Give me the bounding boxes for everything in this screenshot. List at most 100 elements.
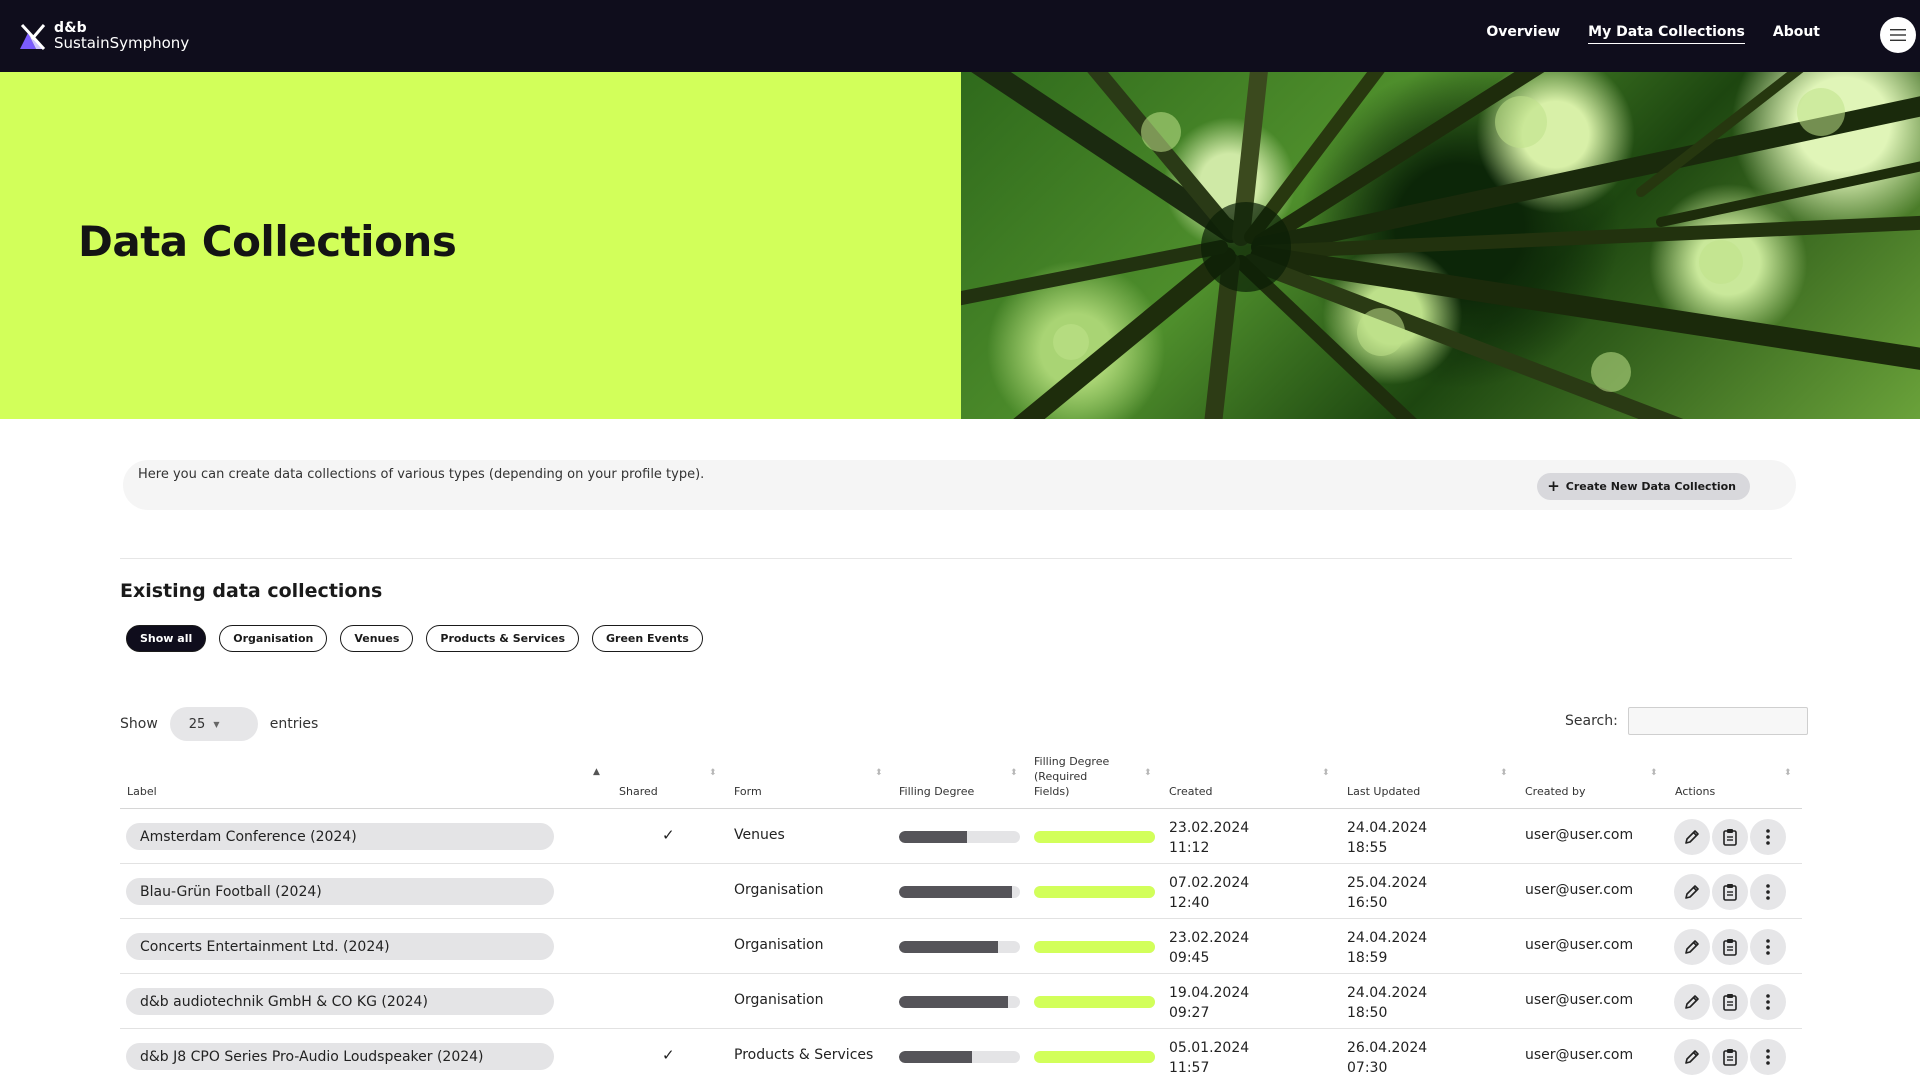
show-label: Show — [120, 716, 158, 732]
create-new-data-collection-button[interactable]: + Create New Data Collection — [1537, 473, 1750, 500]
sustainsymphony-logo[interactable]: d&b SustainSymphony — [20, 18, 205, 54]
created-time: 11:12 — [1169, 840, 1210, 856]
column-header-filling-degree[interactable]: Filling Degree — [899, 740, 1019, 808]
edit-button[interactable] — [1674, 929, 1710, 965]
more-options-button[interactable] — [1750, 929, 1786, 965]
hero-banner: Data Collections — [0, 72, 961, 419]
pencil-icon — [1685, 885, 1699, 899]
copy-button[interactable] — [1712, 819, 1748, 855]
edit-button[interactable] — [1674, 819, 1710, 855]
plus-icon: + — [1547, 477, 1560, 495]
section-title: Existing data collections — [120, 580, 383, 602]
edit-button[interactable] — [1674, 1039, 1710, 1075]
pencil-icon — [1685, 830, 1699, 844]
column-header-created-by-text: Created by — [1525, 785, 1586, 798]
column-header-shared[interactable]: Shared — [619, 740, 719, 808]
filling-degree-required-bar — [1034, 886, 1155, 898]
sort-icon: ⬍ — [1650, 768, 1658, 778]
copy-button[interactable] — [1712, 1039, 1748, 1075]
column-header-created-by[interactable]: Created by — [1525, 740, 1655, 808]
created-time: 11:57 — [1169, 1060, 1210, 1076]
column-header-filling-degree-required[interactable]: Filling Degree (Required Fields) — [1034, 740, 1144, 808]
created-time: 09:27 — [1169, 1005, 1210, 1021]
row-label[interactable]: Amsterdam Conference (2024) — [126, 823, 554, 850]
row-last-updated: 26.04.2024 07:30 — [1347, 1038, 1427, 1078]
row-label[interactable]: Concerts Entertainment Ltd. (2024) — [126, 933, 554, 960]
filter-show-all[interactable]: Show all — [126, 625, 207, 652]
filter-products-services[interactable]: Products & Services — [426, 625, 579, 652]
info-text: Here you can create data collections of … — [138, 467, 705, 482]
row-form: Venues — [734, 827, 785, 843]
table-row: Blau-Grün Football (2024) Organisation 0… — [120, 864, 1802, 919]
sort-icon: ⬍ — [709, 768, 717, 778]
column-header-created[interactable]: Created — [1169, 740, 1319, 808]
edit-button[interactable] — [1674, 984, 1710, 1020]
pencil-icon — [1685, 940, 1699, 954]
column-header-last-updated[interactable]: Last Updated — [1347, 740, 1497, 808]
top-navigation-bar: d&b SustainSymphony Overview My Data Col… — [0, 0, 1920, 72]
updated-time: 18:59 — [1347, 950, 1388, 966]
created-date: 07.02.2024 — [1169, 875, 1250, 891]
filter-green-events[interactable]: Green Events — [592, 625, 703, 652]
filling-degree-bar — [899, 941, 1020, 953]
nav-link-my-data-collections[interactable]: My Data Collections — [1588, 24, 1745, 44]
column-header-label[interactable]: Label — [127, 740, 597, 808]
column-header-updated-text: Last Updated — [1347, 785, 1421, 798]
row-form: Organisation — [734, 882, 824, 898]
filling-degree-fill — [899, 1051, 972, 1063]
filter-organisation[interactable]: Organisation — [219, 625, 328, 652]
row-label[interactable]: d&b J8 CPO Series Pro-Audio Loudspeaker … — [126, 1043, 554, 1070]
entries-label: entries — [269, 716, 319, 732]
filling-degree-fill — [899, 831, 967, 843]
filling-degree-required-fill — [1034, 886, 1155, 898]
nav-link-overview[interactable]: Overview — [1486, 24, 1560, 44]
section-divider — [120, 558, 1792, 559]
copy-button[interactable] — [1712, 874, 1748, 910]
entries-select[interactable]: 25 ▼ — [169, 707, 258, 741]
row-created-by: user@user.com — [1525, 992, 1634, 1008]
shared-checkmark-icon: ✓ — [662, 1046, 675, 1064]
create-button-label: Create New Data Collection — [1565, 480, 1736, 493]
row-created: 19.04.2024 09:27 — [1169, 983, 1249, 1023]
more-options-button[interactable] — [1750, 819, 1786, 855]
row-created-by: user@user.com — [1525, 937, 1634, 953]
table-row: Concerts Entertainment Ltd. (2024) Organ… — [120, 919, 1802, 974]
column-header-actions[interactable]: Actions — [1675, 740, 1785, 808]
filling-degree-bar — [899, 831, 1020, 843]
menu-button[interactable] — [1880, 17, 1916, 53]
hero-forest-image — [961, 72, 1920, 419]
updated-date: 24.04.2024 — [1347, 820, 1428, 836]
edit-button[interactable] — [1674, 874, 1710, 910]
more-options-button[interactable] — [1750, 1039, 1786, 1075]
more-options-button[interactable] — [1750, 874, 1786, 910]
more-vertical-icon — [1766, 884, 1770, 900]
filling-degree-fill — [899, 996, 1008, 1008]
sort-icon: ⬍ — [1322, 768, 1330, 778]
more-options-button[interactable] — [1750, 984, 1786, 1020]
clipboard-icon — [1723, 829, 1737, 846]
filling-degree-bar — [899, 886, 1020, 898]
sort-ascending-icon: ▲ — [593, 767, 600, 777]
copy-button[interactable] — [1712, 929, 1748, 965]
row-label[interactable]: Blau-Grün Football (2024) — [126, 878, 554, 905]
filter-venues[interactable]: Venues — [340, 625, 414, 652]
column-header-label-text: Label — [127, 785, 157, 798]
clipboard-icon — [1723, 939, 1737, 956]
sort-icon: ⬍ — [1010, 768, 1018, 778]
column-header-form[interactable]: Form — [734, 740, 884, 808]
forest-canopy-illustration — [961, 72, 1920, 419]
filling-degree-required-bar — [1034, 1051, 1155, 1063]
updated-time: 18:55 — [1347, 840, 1388, 856]
row-created: 23.02.2024 09:45 — [1169, 928, 1249, 968]
pencil-icon — [1685, 995, 1699, 1009]
hamburger-menu-icon — [1890, 29, 1906, 41]
more-vertical-icon — [1766, 939, 1770, 955]
sort-icon: ⬍ — [1784, 768, 1792, 778]
column-header-filling-required-text: Filling Degree (Required Fields) — [1034, 754, 1109, 799]
copy-button[interactable] — [1712, 984, 1748, 1020]
column-header-actions-text: Actions — [1675, 785, 1716, 798]
search-input[interactable] — [1627, 707, 1808, 735]
nav-link-about[interactable]: About — [1773, 24, 1820, 44]
row-form: Organisation — [734, 937, 824, 953]
row-label[interactable]: d&b audiotechnik GmbH & CO KG (2024) — [126, 988, 554, 1015]
